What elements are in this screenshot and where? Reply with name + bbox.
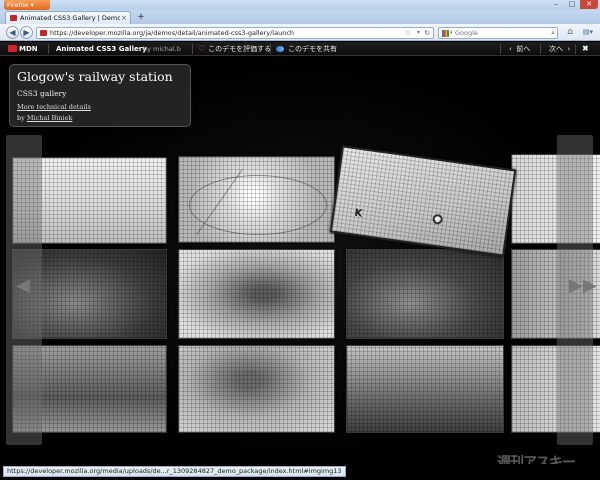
tab-title: Animated CSS3 Gallery | Demo ...: [20, 14, 120, 22]
gallery-subtitle: CSS3 gallery: [17, 89, 67, 98]
back-button[interactable]: ◀: [6, 26, 19, 39]
arrow-right-icon: ▶▶: [569, 275, 597, 296]
photo-detail: [189, 175, 327, 235]
window-titlebar: Firefox ▾ – □ ✕: [0, 0, 600, 10]
arrow-left-icon: ◀: [16, 275, 30, 296]
url-text[interactable]: https://developer.mozilla.org/ja/demos/d…: [50, 28, 294, 38]
share-demo-button[interactable]: このデモを共有: [276, 42, 337, 56]
gallery-photo[interactable]: [346, 249, 504, 339]
demo-title: Animated CSS3 Gallery: [56, 45, 147, 53]
search-input[interactable]: [455, 28, 540, 38]
author-link[interactable]: Michal Biniek: [27, 114, 73, 122]
gallery-photo[interactable]: [346, 345, 504, 433]
close-window-button[interactable]: ✕: [580, 0, 598, 9]
url-bar[interactable]: https://developer.mozilla.org/ja/demos/d…: [36, 27, 434, 39]
tab-strip: Animated CSS3 Gallery | Demo ... × +: [0, 10, 600, 24]
status-bar: https://developer.mozilla.org/media/uplo…: [0, 464, 600, 480]
gallery-stage: K ◀ ▶▶ Glogow's railway station CSS3 gal…: [0, 57, 600, 464]
mdn-demo-bar: MDN Animated CSS3 Gallery by michal.b ♡ こ…: [0, 42, 600, 56]
site-identity-icon[interactable]: [40, 30, 47, 36]
magnifier-icon[interactable]: ⌕: [551, 28, 555, 38]
gallery-prev-arrow[interactable]: ◀: [6, 135, 42, 445]
divider: [192, 44, 193, 54]
minimize-button[interactable]: –: [548, 0, 564, 9]
new-tab-button[interactable]: +: [134, 12, 148, 23]
google-engine-icon[interactable]: [442, 30, 449, 37]
search-bar[interactable]: ▾ ⌕: [438, 27, 558, 39]
maximize-button[interactable]: □: [564, 0, 580, 9]
divider: [540, 44, 541, 54]
demo-author[interactable]: by michal.b: [143, 42, 181, 56]
divider: [575, 44, 576, 54]
bookmark-star-icon[interactable]: ☆: [405, 28, 411, 38]
photo-detail: [196, 168, 243, 236]
status-url: https://developer.mozilla.org/media/uplo…: [3, 466, 346, 477]
gallery-next-arrow[interactable]: ▶▶: [557, 135, 597, 445]
divider: [270, 44, 271, 54]
home-icon[interactable]: ⌂: [563, 26, 577, 39]
divider: [500, 44, 501, 54]
next-demo-button[interactable]: 次へ ›: [549, 42, 570, 56]
mdn-logo[interactable]: MDN: [8, 45, 38, 54]
rate-demo-button[interactable]: ♡ このデモを評価する: [198, 42, 271, 56]
share-icon: [276, 46, 284, 52]
gallery-photo[interactable]: [178, 345, 335, 433]
tab-active[interactable]: Animated CSS3 Gallery | Demo ... ×: [5, 11, 131, 24]
bookmarks-menu-icon[interactable]: ▤▾: [580, 26, 596, 39]
publisher-watermark: 週刊アスキー: [497, 455, 576, 464]
forward-button[interactable]: ▶: [20, 26, 33, 39]
divider: [48, 44, 49, 54]
url-dropdown-icon[interactable]: ▾: [417, 28, 420, 38]
previous-demo-button[interactable]: ‹ 前へ: [509, 42, 530, 56]
photo-title: Glogow's railway station: [17, 69, 173, 84]
mdn-logo-mark-icon: [8, 45, 17, 52]
mdn-favicon-icon: [10, 15, 17, 21]
close-demo-button[interactable]: ✖: [582, 42, 589, 56]
info-panel: Glogow's railway station CSS3 gallery Mo…: [9, 64, 191, 127]
firefox-menu-button[interactable]: Firefox ▾: [4, 0, 50, 10]
technical-details-link[interactable]: More technical details: [17, 103, 91, 111]
author-line: by Michal Biniek: [17, 114, 73, 122]
gallery-photo[interactable]: [178, 249, 335, 339]
search-engine-dropdown-icon[interactable]: ▾: [450, 28, 453, 38]
reload-icon[interactable]: ↻: [424, 28, 430, 38]
gallery-photo[interactable]: [178, 156, 335, 243]
heart-icon: ♡: [198, 44, 206, 53]
photo-sign-k: K: [353, 207, 364, 220]
photo-detail: [434, 215, 441, 223]
tab-close-icon[interactable]: ×: [121, 13, 127, 23]
gallery-photo-selected[interactable]: K: [329, 145, 517, 257]
navigation-toolbar: ◀ ▶ https://developer.mozilla.org/ja/dem…: [0, 24, 600, 41]
